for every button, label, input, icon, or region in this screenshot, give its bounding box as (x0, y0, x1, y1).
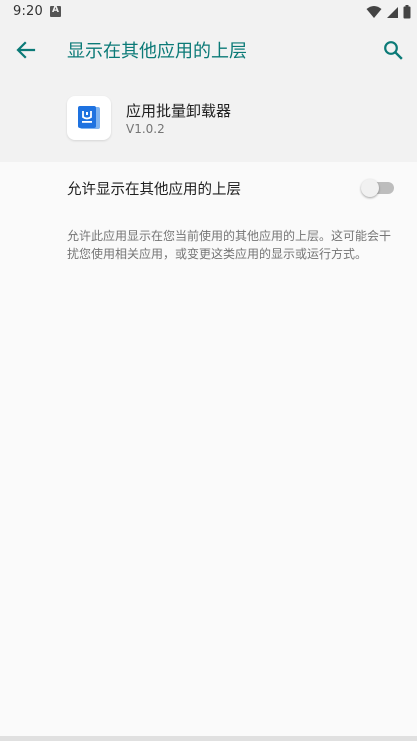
wifi-icon (366, 6, 382, 18)
app-logo-icon (78, 106, 100, 129)
battery-icon (403, 5, 411, 19)
signal-icon (387, 6, 398, 18)
allow-overlay-setting-row[interactable]: 允许显示在其他应用的上层 (0, 162, 417, 214)
status-time: 9:20 (13, 4, 43, 19)
allow-overlay-switch[interactable] (361, 178, 395, 198)
header: 显示在其他应用的上层 应用批量卸载器 V1.0.2 (0, 24, 417, 162)
search-icon (384, 41, 403, 60)
switch-thumb (361, 179, 379, 197)
arrow-back-icon (16, 41, 36, 59)
page-title: 显示在其他应用的上层 (67, 41, 247, 62)
status-bar: 9:20 (0, 0, 417, 24)
app-version: V1.0.2 (126, 122, 165, 136)
status-icons (366, 4, 411, 20)
app-icon (67, 96, 111, 140)
app-name: 应用批量卸载器 (126, 102, 232, 120)
allow-overlay-label: 允许显示在其他应用的上层 (67, 182, 241, 198)
bottom-edge (0, 736, 417, 741)
back-button[interactable] (10, 34, 42, 66)
notification-a-icon (50, 5, 61, 17)
search-button[interactable] (377, 34, 409, 66)
setting-description: 允许此应用显示在您当前使用的其他应用的上层。这可能会干扰您使用相关应用，或变更这… (67, 229, 392, 261)
